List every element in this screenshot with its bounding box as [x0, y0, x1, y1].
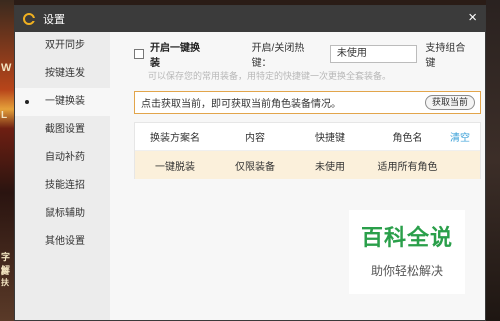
sidebar-item-dual-sync[interactable]: 双开同步: [15, 32, 110, 60]
enable-label: 开启一键换装: [149, 43, 200, 69]
table-cell: 一键脱装: [155, 161, 195, 173]
background-text: L: [1, 110, 8, 121]
titlebar: 设置 ×: [15, 6, 485, 32]
sidebar-item-label: 双开同步: [45, 40, 85, 51]
enable-checkbox[interactable]: [134, 49, 144, 59]
sidebar-item-label: 其他设置: [45, 236, 85, 247]
enable-row: 开启一键换装 开启/关闭热键： 未使用 支持组合键: [134, 43, 475, 69]
table-cell: 适用所有角色: [377, 161, 438, 173]
equip-table: 换装方案名 内容 快捷键 角色名 清空 一键脱装 仅限装备 未使用 适用所有角色: [134, 122, 481, 179]
sidebar-item-other[interactable]: 其他设置: [15, 228, 110, 256]
sidebar-item-label: 自动补药: [45, 152, 85, 163]
clear-link[interactable]: 清空: [450, 129, 480, 144]
fetch-current-button[interactable]: 获取当前: [424, 95, 475, 110]
sidebar-item-label: 按键连发: [45, 68, 85, 79]
sidebar: 双开同步 按键连发 一键换装 截图设置 自动补药 技能连招 鼠标辅助 其他设置: [15, 32, 110, 320]
background-text: 提扶: [1, 267, 9, 287]
sidebar-item-label: 截图设置: [45, 124, 85, 135]
hotkey-label: 开启/关闭热键：: [251, 43, 305, 69]
column-header: 角色名: [392, 133, 423, 144]
active-indicator-icon: [25, 100, 29, 104]
watermark: 百科全说 助你轻松解决: [349, 210, 465, 294]
hint-text: 可以保存您的常用装备，用特定的快捷键一次更换全套装备。: [148, 71, 392, 81]
table-header: 换装方案名 内容 快捷键 角色名 清空: [135, 123, 480, 151]
sidebar-item-auto-potion[interactable]: 自动补药: [15, 144, 110, 172]
support-combo-label: 支持组合键: [425, 43, 466, 69]
table-cell: 未使用: [315, 161, 345, 173]
sidebar-item-screenshot[interactable]: 截图设置: [15, 116, 110, 144]
sidebar-item-label: 一键换装: [45, 96, 85, 107]
watermark-subtitle: 助你轻松解决: [370, 264, 443, 278]
column-header: 内容: [245, 133, 265, 144]
close-icon[interactable]: ×: [468, 10, 477, 26]
game-background-left: W L 字解 提扶: [0, 0, 14, 321]
background-text: W: [1, 62, 12, 74]
watermark-logo: 百科全说: [360, 225, 453, 250]
app-logo-icon: [23, 13, 35, 25]
column-header: 换装方案名: [150, 133, 200, 144]
hotkey-input[interactable]: 未使用: [329, 45, 418, 63]
info-bar: 点击获取当前，即可获取当前角色装备情况。 获取当前: [134, 91, 481, 114]
table-cell: 仅限装备: [235, 161, 275, 173]
dialog-title: 设置: [43, 14, 65, 26]
sidebar-item-mouse-assist[interactable]: 鼠标辅助: [15, 200, 110, 228]
sidebar-item-label: 鼠标辅助: [45, 208, 85, 219]
game-background-right: [486, 0, 500, 321]
sidebar-item-skill-combo[interactable]: 技能连招: [15, 172, 110, 200]
info-text: 点击获取当前，即可获取当前角色装备情况。: [141, 99, 341, 110]
table-row[interactable]: 一键脱装 仅限装备 未使用 适用所有角色: [135, 151, 480, 179]
sidebar-item-key-repeat[interactable]: 按键连发: [15, 60, 110, 88]
sidebar-item-label: 技能连招: [45, 180, 85, 191]
column-header: 快捷键: [315, 133, 345, 144]
sidebar-item-quick-equip[interactable]: 一键换装: [15, 88, 110, 116]
